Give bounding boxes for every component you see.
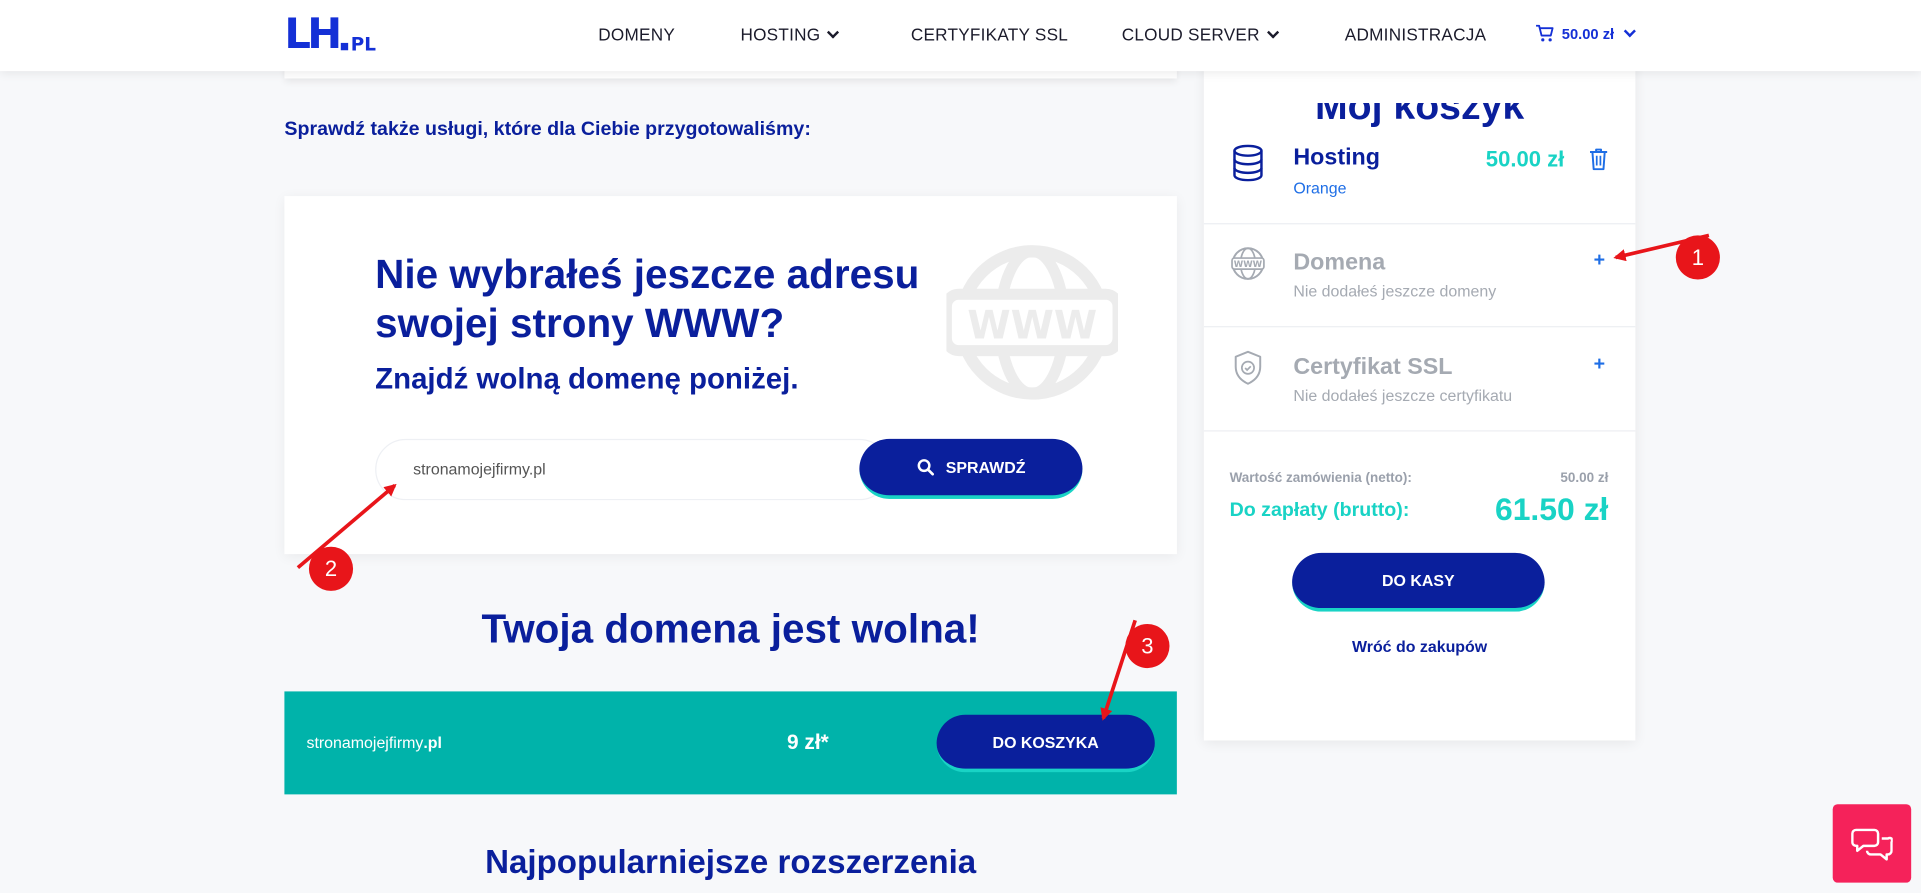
nav-certyfikaty-ssl[interactable]: CERTYFIKATY SSL [911, 25, 1068, 45]
cart-item-hosting: Hosting Orange 50.00 zł [1203, 120, 1636, 225]
annotation-number: 3 [1141, 633, 1154, 658]
domain-result-row: stronamojejfirmy.pl 9 zł* DO KOSZYKA [284, 691, 1177, 795]
result-domain-extension: .pl [423, 733, 442, 752]
add-domain-button[interactable]: + [1594, 250, 1605, 272]
cart-icon [1536, 24, 1554, 42]
domain-card-subtitle: Znajdź wolną domenę poniżej. [375, 362, 799, 396]
logo-main-text: LH [284, 9, 342, 59]
nav-cloud-server[interactable]: CLOUD SERVER [1121, 24, 1279, 45]
result-domain-name: stronamojejfirmy [306, 733, 424, 752]
top-navigation-bar: LH PL DOMENY HOSTING CERTYFIKATY SSL CLO… [0, 0, 1921, 72]
logo-dot [340, 42, 349, 51]
www-icon-text: WWW [1234, 260, 1263, 270]
cart-item-sub: Nie dodałeś jeszcze domeny [1293, 281, 1497, 301]
nav-label: DOMENY [598, 24, 676, 45]
logo[interactable]: LH PL [284, 9, 376, 59]
cart-item-price: 50.00 zł [1485, 147, 1565, 172]
domain-search-card: WWW Nie wybrałeś jeszcze adresu swojej s… [284, 196, 1177, 555]
gross-total-value: 61.50 zł [1494, 490, 1609, 528]
annotation-number: 2 [324, 555, 338, 581]
add-to-cart-label: DO KOSZYKA [992, 732, 1099, 751]
annotation-number: 1 [1691, 244, 1705, 270]
cart-item-name: Domena [1293, 250, 1386, 276]
popular-extensions-heading: Najpopularniejsze rozszerzenia [485, 843, 977, 881]
logo-suffix-text: PL [350, 33, 376, 56]
domain-card-title: Nie wybrałeś jeszcze adresu swojej stron… [375, 251, 920, 346]
back-to-shopping-link[interactable]: Wróć do zakupów [1204, 637, 1636, 655]
nav-administracja[interactable]: ADMINISTRACJA [1345, 25, 1486, 45]
checkout-button[interactable]: DO KASY [1292, 552, 1545, 612]
trash-icon[interactable] [1589, 147, 1609, 171]
net-total-label: Wartość zamówienia (netto): [1229, 470, 1412, 486]
net-total-value: 50.00 zł [1560, 470, 1609, 486]
domain-search-value: stronamojejfirmy.pl [413, 459, 546, 479]
chat-button[interactable] [1832, 804, 1912, 883]
add-ssl-button[interactable]: + [1594, 354, 1605, 376]
cart-item-ssl: Certyfikat SSL Nie dodałeś jeszcze certy… [1203, 327, 1636, 432]
nav-hosting[interactable]: HOSTING [740, 24, 840, 45]
result-domain: stronamojejfirmy.pl [306, 733, 442, 751]
cart-item-sub: Nie dodałeś jeszcze certyfikatu [1293, 386, 1513, 405]
annotation-badge-1: 1 [1675, 235, 1720, 280]
chevron-down-icon [827, 25, 840, 38]
header-cart-total: 50.00 zł [1561, 25, 1615, 43]
nav-label: CLOUD SERVER [1121, 24, 1260, 45]
shield-icon [1234, 350, 1262, 385]
chevron-down-icon [1623, 25, 1636, 38]
add-to-cart-button[interactable]: DO KOSZYKA [936, 714, 1155, 773]
nav-label: HOSTING [740, 24, 821, 45]
check-domain-label: SPRAWDŹ [945, 457, 1026, 477]
nav-label: ADMINISTRACJA [1344, 24, 1487, 45]
domain-free-heading: Twoja domena jest wolna! [481, 605, 980, 651]
cart-item-name: Hosting [1293, 144, 1381, 171]
chevron-down-icon [1266, 25, 1279, 38]
also-services-heading: Sprawdź także usługi, które dla Ciebie p… [284, 118, 811, 140]
www-icon: WWW [1231, 247, 1265, 280]
cart-item-sub: Orange [1293, 178, 1347, 198]
cart-item-domain: WWW Domena Nie dodałeś jeszcze domeny + [1203, 224, 1636, 328]
database-icon [1233, 144, 1263, 182]
check-domain-button[interactable]: SPRAWDŹ [859, 438, 1083, 499]
chat-bubbles-icon [1851, 828, 1893, 861]
back-to-shopping-label: Wróć do zakupów [1351, 637, 1488, 656]
checkout-label: DO KASY [1382, 571, 1455, 590]
domain-search-input[interactable]: stronamojejfirmy.pl [375, 438, 891, 501]
search-icon [916, 459, 934, 476]
cart-panel: Mój koszyk Hosting Orange 50.00 zł WWW D… [1203, 49, 1636, 741]
nav-domeny[interactable]: DOMENY [598, 25, 675, 45]
result-price: 9 zł* [787, 730, 829, 754]
header-cart-button[interactable]: 50.00 zł [1535, 24, 1636, 43]
cart-item-name: Certyfikat SSL [1293, 354, 1453, 381]
annotation-badge-2: 2 [308, 546, 354, 591]
annotation-badge-3: 3 [1125, 623, 1170, 669]
nav-label: CERTYFIKATY SSL [910, 24, 1069, 45]
gross-total-label: Do zapłaty (brutto): [1229, 500, 1410, 522]
